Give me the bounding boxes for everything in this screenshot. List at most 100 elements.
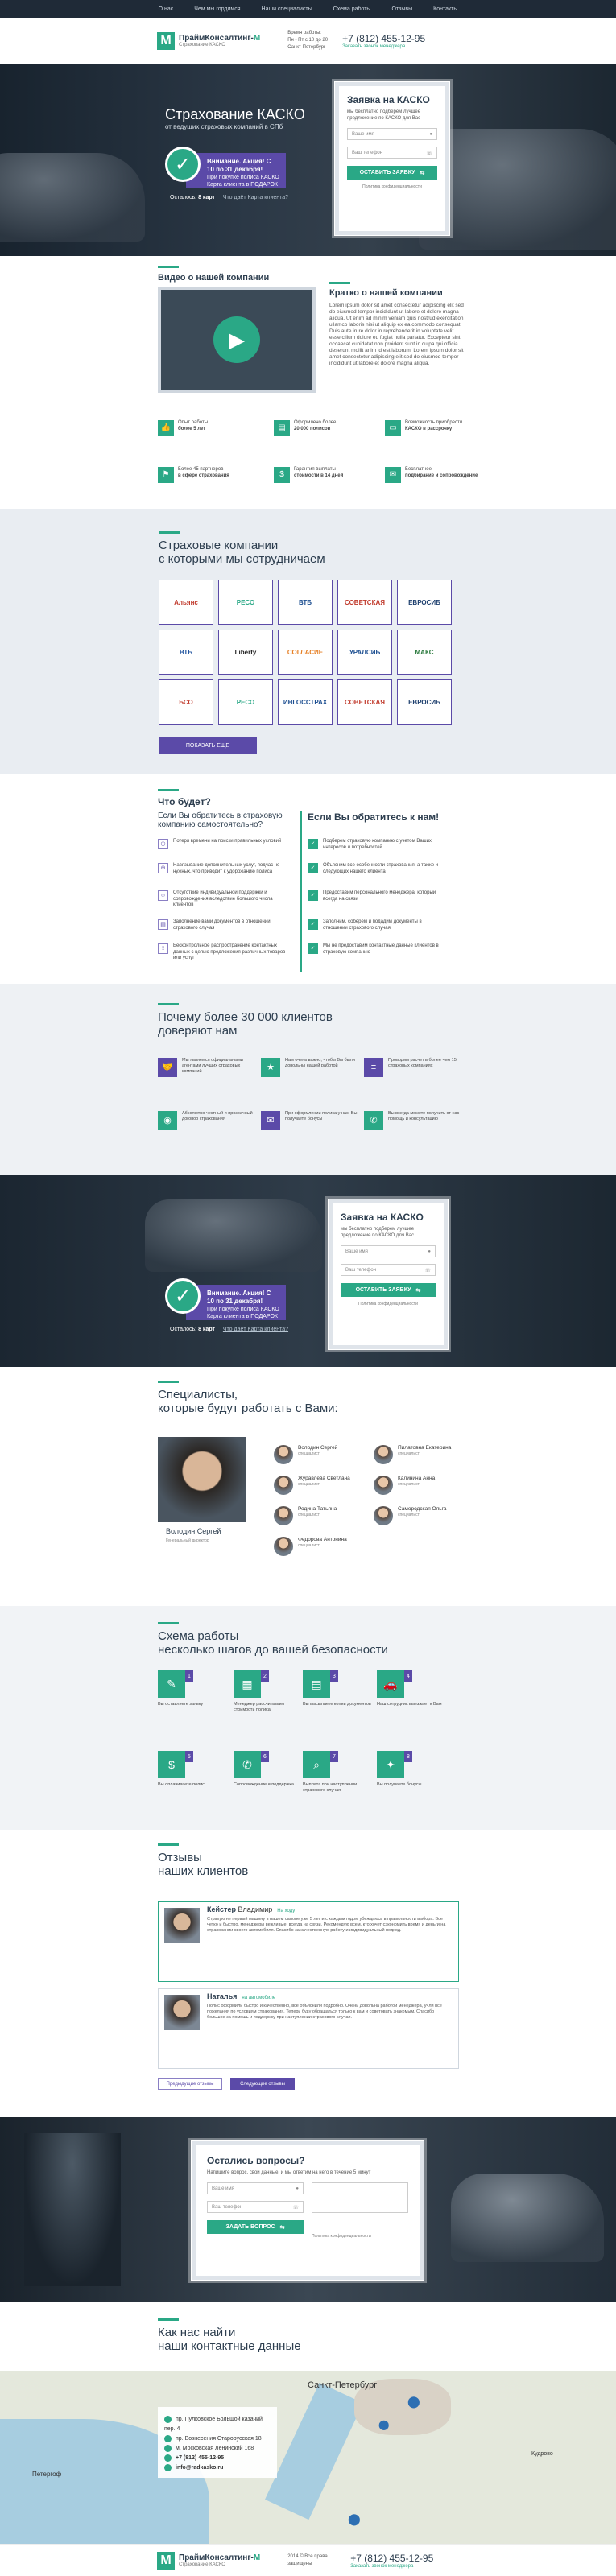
logo[interactable]: М ПраймКонсалтинг-М Страхование КАСКО — [157, 31, 260, 50]
money-icon: $ — [274, 467, 290, 483]
specialist: Журавлева Светлана специалист — [274, 1476, 370, 1495]
footer-logo[interactable]: М ПраймКонсалтинг-М Страхование КАСКО — [157, 2551, 260, 2570]
nav-item[interactable]: Отзывы — [391, 6, 412, 12]
next-reviews-button[interactable]: Следующие отзывы — [230, 2078, 295, 2090]
map-pin-icon[interactable]: ⬤ — [378, 2419, 389, 2430]
right-item: ✓ Мы не предоставим контактные данные кли… — [308, 943, 440, 956]
phone-number[interactable]: +7 (812) 455-12-95 — [342, 33, 425, 44]
map-pin-icon[interactable]: ⬤ — [407, 2395, 420, 2409]
address-line: м. Московская Ленинский 168 — [164, 2444, 271, 2454]
address-card: пр. Пулковское Большой казачий пер. 4 пр… — [158, 2407, 277, 2478]
form-desc: мы бесплатно подберем лучшее предложение… — [341, 1227, 415, 1238]
insurer-logo[interactable]: ЕВРОСИБ — [397, 679, 452, 724]
why-section: Почему более 30 000 клиентов доверяют на… — [0, 984, 616, 1175]
divider — [300, 811, 302, 972]
map[interactable]: Санкт-Петербург Петергоф Кудрово ⬤ ⬤ ⬤ — [0, 2371, 616, 2552]
promo-link[interactable]: Что даёт Карта клиента? — [223, 195, 288, 200]
promo-banner: Внимание. Акция! С 10 по 31 декабря! При… — [186, 1285, 286, 1320]
contact-email[interactable]: info@radkasko.ru — [176, 2465, 223, 2471]
phone-input[interactable]: Ваш телефон ☏ — [347, 147, 437, 159]
contacts-title: Как нас найти — [158, 2326, 236, 2339]
footer-phone[interactable]: +7 (812) 455-12-95 Заказать звонок менед… — [350, 2553, 433, 2569]
insurer-logo[interactable]: Альянс — [159, 580, 213, 625]
lead-photo — [158, 1437, 246, 1522]
payment-icon: $5 — [158, 1751, 193, 1778]
specialist-role: специалист — [298, 1543, 320, 1548]
specialist-role: специалист — [398, 1451, 420, 1456]
logo-mark: М — [157, 31, 175, 50]
insurer-logo[interactable]: МАКС — [397, 630, 452, 675]
play-icon[interactable]: ▶ — [213, 316, 260, 363]
step-number: 7 — [330, 1751, 338, 1762]
about-text: Lorem ipsum dolor sit amet consectetur a… — [329, 303, 464, 366]
logo-tagline: Страхование КАСКО — [179, 2562, 225, 2567]
section-accent-line — [159, 531, 180, 534]
video-player[interactable]: ▶ — [158, 287, 316, 393]
review-tag: на автомобиле — [242, 1996, 276, 2000]
phone-number[interactable]: +7 (812) 455-12-95 — [350, 2553, 433, 2564]
user-icon: ● — [429, 132, 432, 137]
insurer-logo[interactable]: СОВЕТСКАЯ — [337, 679, 392, 724]
promo-remaining: Осталось: 8 карт Что даёт Карта клиента? — [170, 1327, 288, 1332]
right-item: ✓ Заполним, соберем и подадим документы в… — [308, 919, 440, 931]
insurer-logo[interactable]: РЕСО — [218, 679, 273, 724]
prev-reviews-button[interactable]: Предыдущие отзывы — [158, 2078, 222, 2090]
step-text: Вы высылаете копии документов — [303, 1702, 371, 1707]
insurer-logo[interactable]: УРАЛСИБ — [337, 630, 392, 675]
privacy-link[interactable]: Политика конфиденциальности — [347, 184, 437, 189]
submit-request-button[interactable]: ОСТАВИТЬ ЗАЯВКУ ⇆ — [347, 166, 437, 180]
step-text: Сопровождение и поддержка — [234, 1782, 294, 1787]
contact-phone[interactable]: +7 (812) 455-12-95 — [176, 2455, 224, 2461]
insurer-logo[interactable]: ВТБ — [278, 580, 333, 625]
scheme-step: $5 Вы оплачиваете полис — [158, 1751, 230, 1788]
arrow-icon: ⇆ — [279, 2224, 285, 2231]
phone-input[interactable]: Ваш телефон ☏ — [207, 2201, 304, 2213]
nav-item[interactable]: Чем мы гордимся — [194, 6, 240, 12]
insurer-logo[interactable]: ИНГОССТРАХ — [278, 679, 333, 724]
insurer-logo[interactable]: РЕСО — [218, 580, 273, 625]
nav-item[interactable]: О нас — [159, 6, 174, 12]
insurer-logo[interactable]: Liberty — [218, 630, 273, 675]
user-icon: ☺ — [158, 890, 168, 901]
name-input[interactable]: Ваше имя ● — [341, 1245, 436, 1257]
feature-label: Более 45 партнеров — [178, 467, 224, 472]
nav-item[interactable]: Наши специалисты — [262, 6, 312, 12]
section-accent-line — [158, 1381, 179, 1383]
name-input[interactable]: Ваше имя ● — [207, 2182, 304, 2194]
specialist-name: Родина Татьяна — [298, 1506, 337, 1512]
insurer-logo[interactable]: БСО — [159, 679, 213, 724]
insurer-logo[interactable]: СОГЛАСИЕ — [278, 630, 333, 675]
why-item: ≡ Проводим расчет в более чем 15 страховы… — [364, 1058, 461, 1077]
document-icon: ▤ — [158, 919, 168, 930]
feature-item: ▤ Оформлено более 20 000 полисов — [274, 420, 369, 436]
privacy-link[interactable]: Политика конфиденциальности — [312, 2234, 408, 2239]
show-more-button[interactable]: ПОКАЗАТЬ ЕЩЕ — [159, 737, 257, 754]
avatar — [274, 1537, 293, 1556]
why-item-text: Абсолютно честный и прозрачный договор с… — [182, 1111, 253, 1121]
promo-link[interactable]: Что даёт Карта клиента? — [223, 1327, 288, 1332]
insurer-logo[interactable]: ВТБ — [159, 630, 213, 675]
submit-request-button[interactable]: ОСТАВИТЬ ЗАЯВКУ ⇆ — [341, 1283, 436, 1297]
left-item: ☺ Отсутствие индивидуальной поддержки и с… — [158, 890, 291, 909]
map-pin-icon[interactable]: ⬤ — [348, 2512, 361, 2526]
privacy-link[interactable]: Политика конфиденциальности — [341, 1302, 436, 1307]
insurer-logo[interactable]: ЕВРОСИБ — [397, 580, 452, 625]
promo-remaining: Осталось: 8 карт Что даёт Карта клиента? — [170, 195, 288, 200]
feature-item: ▭ Возможность приобрести КАСКО в рассрочку — [385, 420, 480, 436]
support-icon: ✆ 6 — [234, 1751, 269, 1778]
insurer-logo[interactable]: СОВЕТСКАЯ — [337, 580, 392, 625]
nav-item[interactable]: Контакты — [433, 6, 457, 12]
header-phone[interactable]: +7 (812) 455-12-95 Заказать звонок менед… — [342, 33, 425, 49]
car-image — [145, 1199, 322, 1272]
callback-link[interactable]: Заказать звонок менеджера — [342, 44, 425, 49]
right-item: ✓ Подберем страховую компанию с учетом Ва… — [308, 839, 440, 851]
arrow-icon: ⇆ — [420, 170, 425, 176]
form-title: Заявка на КАСКО — [341, 1212, 424, 1223]
callback-link[interactable]: Заказать звонок менеджера — [350, 2564, 433, 2569]
step-number: 1 — [185, 1670, 193, 1682]
nav-item[interactable]: Схема работы — [333, 6, 371, 12]
ask-question-button[interactable]: ЗАДАТЬ ВОПРОС ⇆ — [207, 2220, 304, 2234]
question-textarea[interactable] — [312, 2182, 408, 2213]
name-input[interactable]: Ваше имя ● — [347, 128, 437, 140]
phone-input[interactable]: Ваш телефон ☏ — [341, 1264, 436, 1276]
